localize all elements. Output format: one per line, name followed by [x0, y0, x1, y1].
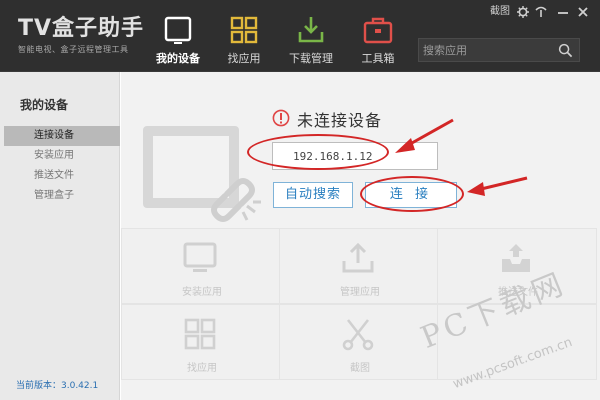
minimize-icon[interactable] [556, 4, 570, 20]
nav-label: 找应用 [227, 52, 261, 65]
tile-manage-app[interactable]: 管理应用 [279, 228, 439, 304]
nav-download-manager[interactable]: 下载管理 [279, 0, 343, 72]
screenshot-button[interactable]: 截图 [488, 4, 512, 20]
gear-icon[interactable] [516, 4, 530, 20]
nav-toolbox[interactable]: 工具箱 [346, 0, 410, 72]
sidebar-item-connect-device[interactable]: 连接设备 [4, 126, 120, 146]
annotation-ellipse [360, 176, 464, 212]
search-input[interactable] [423, 42, 553, 58]
help-icon[interactable] [534, 4, 548, 20]
connection-status: 未连接设备 [297, 111, 383, 130]
tile-label: 截图 [350, 363, 370, 374]
app-subtitle: 智能电视、盒子远程管理工具 [18, 45, 129, 54]
annotation-ellipse [247, 134, 389, 170]
warning-icon [272, 109, 290, 127]
tile-label: 找应用 [187, 363, 217, 374]
sidebar-heading: 我的设备 [20, 98, 69, 112]
toolbox-icon [363, 17, 393, 44]
monitor-icon [183, 242, 217, 272]
search-icon[interactable] [558, 43, 573, 58]
grid-icon [230, 16, 258, 44]
tile-find-app[interactable]: 找应用 [121, 304, 281, 380]
tile-install-app[interactable]: 安装应用 [121, 228, 281, 304]
app-brand: TV盒子助手 智能电视、盒子远程管理工具 [18, 10, 144, 55]
nav-find-apps[interactable]: 找应用 [212, 0, 276, 72]
main-panel: 未连接设备 自动搜索 连 接 安装应用 管理应用 [121, 72, 600, 400]
auto-search-button[interactable]: 自动搜索 [273, 182, 353, 208]
grid-icon [184, 318, 216, 350]
sidebar-item-manage-box[interactable]: 管理盒子 [4, 186, 120, 206]
upload-icon [342, 242, 374, 273]
nav-label: 工具箱 [361, 52, 395, 65]
sidebar: 我的设备 连接设备 安装应用 推送文件 管理盒子 当前版本：3.0.42.1 [0, 72, 120, 400]
tile-label: 管理应用 [340, 287, 380, 298]
nav-my-devices[interactable]: 我的设备 [146, 0, 210, 72]
disconnected-tv-graphic [143, 126, 261, 222]
top-bar: TV盒子助手 智能电视、盒子远程管理工具 我的设备 找应用 下载管理 工具箱 搜… [0, 0, 600, 72]
tile-label: 安装应用 [182, 287, 222, 298]
tv-icon [164, 16, 192, 44]
nav-label: 下载管理 [289, 52, 333, 65]
sidebar-item-push-file[interactable]: 推送文件 [4, 166, 120, 186]
download-icon [298, 17, 324, 43]
search-box[interactable] [418, 38, 580, 62]
sidebar-item-install-app[interactable]: 安装应用 [4, 146, 120, 166]
version-label: 当前版本：3.0.42.1 [16, 381, 99, 391]
nav-label: 我的设备 [156, 52, 200, 65]
app-title: TV盒子助手 [18, 16, 145, 41]
scissors-icon [342, 319, 374, 351]
close-icon[interactable] [576, 4, 590, 20]
